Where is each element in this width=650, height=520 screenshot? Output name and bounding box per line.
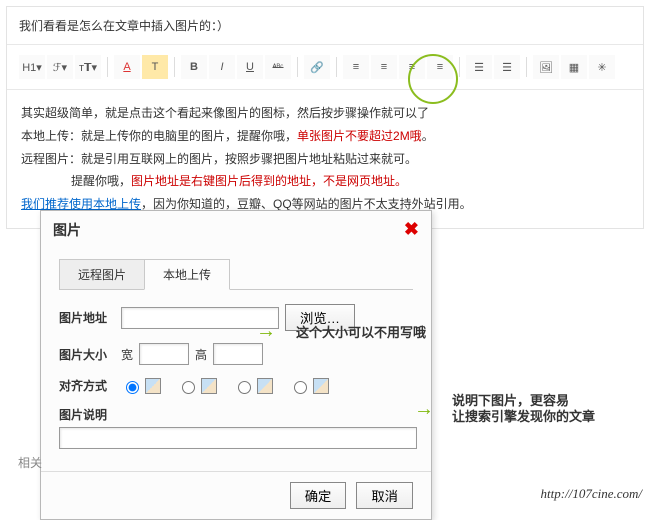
height-input[interactable] <box>213 343 263 365</box>
image-dialog: 图片 ✖ 远程图片 本地上传 图片地址 浏览… 图片大小 宽 高 对齐方式 图片… <box>40 210 432 520</box>
line-3: 远程图片：就是引用互联网上的图片，按照步骤把图片地址粘贴过来就可。 <box>21 148 629 171</box>
ol-btn[interactable]: ☰ <box>466 55 492 79</box>
width-input[interactable] <box>139 343 189 365</box>
tab-remote[interactable]: 远程图片 <box>59 259 145 290</box>
align-opt-4[interactable] <box>289 378 329 394</box>
align-label: 对齐方式 <box>59 377 115 394</box>
ul-btn[interactable]: ☰ <box>494 55 520 79</box>
line-2: 本地上传：就是上传你的电脑里的图片，提醒你哦，单张图片不要超过2M哦。 <box>21 125 629 148</box>
content-area: 其实超级简单，就是点击这个看起来像图片的图标，然后按步骤操作就可以了 本地上传：… <box>7 90 643 228</box>
highlight-btn[interactable]: T <box>142 55 168 79</box>
note-size: 这个大小可以不用写哦 <box>296 322 426 341</box>
editor-toolbar: H1▾ ℱ▾ т𝗧▾ A T B I U ᴬᴮᶜ 🔗 ≡ ≡ ≡ ≡ ☰ ☰ 🖼… <box>7 45 643 90</box>
video-btn[interactable]: ▦ <box>561 55 587 79</box>
bold-btn[interactable]: B <box>181 55 207 79</box>
cancel-button[interactable]: 取消 <box>356 482 413 509</box>
close-icon[interactable]: ✖ <box>404 219 419 240</box>
size-label: 图片大小 <box>59 346 115 363</box>
strike-btn[interactable]: ᴬᴮᶜ <box>265 55 291 79</box>
question-title: 我们看看是怎么在文章中插入图片的：） <box>7 7 643 45</box>
arrow-size: → <box>256 320 276 343</box>
align-opt-3[interactable] <box>233 378 273 394</box>
color-btn[interactable]: A <box>114 55 140 79</box>
heading-btn[interactable]: H1▾ <box>19 55 45 79</box>
italic-btn[interactable]: I <box>209 55 235 79</box>
underline-btn[interactable]: U <box>237 55 263 79</box>
footer-url: http://107cine.com/ <box>541 486 642 502</box>
link-btn[interactable]: 🔗 <box>304 55 330 79</box>
desc-label: 图片说明 <box>59 406 107 423</box>
size-btn[interactable]: т𝗧▾ <box>75 55 101 79</box>
other-btn[interactable]: ✳ <box>589 55 615 79</box>
align-left-btn[interactable]: ≡ <box>343 55 369 79</box>
arrow-desc: → <box>414 398 434 421</box>
align-opt-1[interactable] <box>121 378 161 394</box>
align-right-btn[interactable]: ≡ <box>399 55 425 79</box>
tab-local[interactable]: 本地上传 <box>144 259 230 290</box>
align-justify-btn[interactable]: ≡ <box>427 55 453 79</box>
dialog-title: 图片 <box>53 220 81 240</box>
addr-label: 图片地址 <box>59 309 115 326</box>
font-btn[interactable]: ℱ▾ <box>47 55 73 79</box>
side-label: 相关 <box>18 454 42 471</box>
image-btn[interactable]: 🖼 <box>533 55 559 79</box>
align-opt-2[interactable] <box>177 378 217 394</box>
line-1: 其实超级简单，就是点击这个看起来像图片的图标，然后按步骤操作就可以了 <box>21 102 629 125</box>
note-desc-2: 让搜索引擎发现你的文章 <box>452 406 595 425</box>
line-4: 提醒你哦，图片地址是右键图片后得到的地址，不是网页地址。 <box>21 170 629 193</box>
height-label: 高 <box>195 346 207 363</box>
width-label: 宽 <box>121 346 133 363</box>
desc-input[interactable] <box>59 427 417 449</box>
align-center-btn[interactable]: ≡ <box>371 55 397 79</box>
ok-button[interactable]: 确定 <box>290 482 347 509</box>
